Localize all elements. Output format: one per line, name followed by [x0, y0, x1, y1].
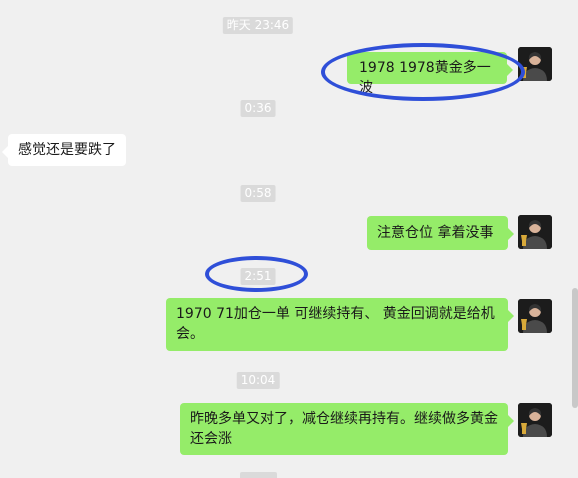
message-text: 1970 71加仓一单 可继续持有、 黄金回调就是给机会。: [176, 306, 495, 342]
timestamp: 0:58: [240, 185, 276, 202]
scrollbar[interactable]: [572, 288, 578, 408]
avatar[interactable]: [518, 299, 552, 333]
message-bubble-sent[interactable]: 1970 71加仓一单 可继续持有、 黄金回调就是给机会。: [166, 298, 514, 351]
timestamp: 2:51: [240, 268, 276, 285]
message-text: 昨晚多单又对了，减仓继续再持有。继续做多黄金还会涨: [190, 411, 498, 447]
timestamp-partial: [240, 472, 277, 478]
message-text: 感觉还是要跌了: [18, 142, 116, 158]
timestamp: 昨天 23:46: [222, 17, 294, 34]
message-text: 注意仓位 拿着没事: [377, 225, 494, 241]
message-bubble-sent[interactable]: 昨晚多单又对了，减仓继续再持有。继续做多黄金还会涨: [180, 403, 514, 455]
avatar[interactable]: [518, 403, 552, 437]
message-text: 1978 1978黄金多一波: [359, 60, 491, 96]
timestamp: 10:04: [236, 372, 280, 389]
avatar[interactable]: [518, 47, 552, 81]
avatar[interactable]: [518, 215, 552, 249]
message-bubble-received[interactable]: 感觉还是要跌了: [2, 134, 126, 166]
message-bubble-sent[interactable]: 注意仓位 拿着没事: [367, 216, 514, 250]
timestamp: 0:36: [240, 100, 276, 117]
message-bubble-sent[interactable]: 1978 1978黄金多一波: [347, 52, 513, 96]
